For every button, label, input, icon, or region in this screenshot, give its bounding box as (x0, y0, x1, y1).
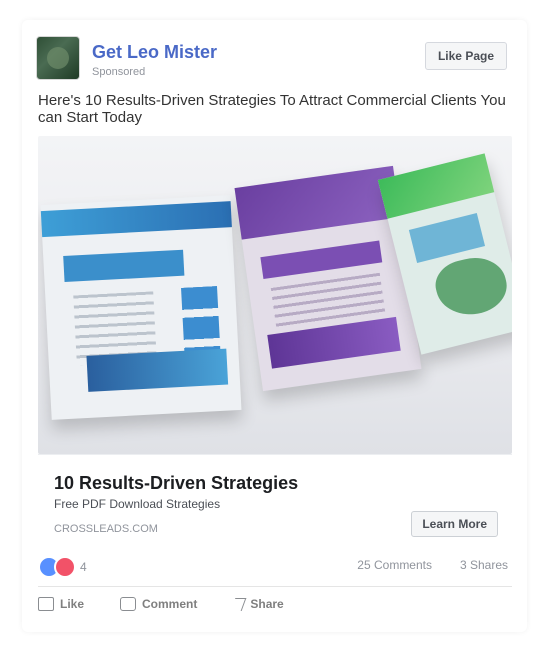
post-actions-bar: Like Comment Share (38, 586, 512, 621)
comment-label: Comment (142, 597, 198, 611)
like-button[interactable]: Like (38, 597, 84, 611)
comment-icon (120, 597, 137, 611)
reactions-count: 4 (80, 560, 87, 574)
thumbs-up-icon (38, 597, 54, 611)
sponsored-label: Sponsored (92, 66, 146, 78)
link-domain: CROSSLEADS.COM (54, 523, 158, 535)
learn-more-button[interactable]: Learn More (411, 511, 498, 537)
love-reaction-icon (54, 556, 76, 578)
share-label: Share (250, 597, 284, 611)
like-label: Like (60, 597, 85, 611)
post-header: Get Leo Mister Sponsored Like Page (36, 36, 513, 84)
reactions-summary[interactable]: 4 (38, 556, 87, 578)
comments-count-link[interactable]: 25 Comments (357, 558, 432, 572)
brochure-blue (40, 195, 242, 420)
link-title[interactable]: 10 Results-Driven Strategies (54, 473, 298, 494)
sponsored-post-card: Get Leo Mister Sponsored Like Page Here'… (22, 20, 527, 632)
post-body-text: Here's 10 Results-Driven Strategies To A… (38, 92, 506, 126)
engagement-stats: 4 25 Comments 3 Shares (38, 554, 512, 578)
link-description: Free PDF Download Strategies (54, 497, 221, 511)
like-page-button[interactable]: Like Page (424, 42, 507, 70)
ad-creative-image[interactable] (38, 136, 512, 454)
share-button[interactable]: Share (230, 597, 284, 611)
page-name-link[interactable]: Get Leo Mister (92, 42, 217, 63)
link-preview[interactable]: 10 Results-Driven Strategies Free PDF Do… (38, 454, 512, 547)
comment-button[interactable]: Comment (120, 597, 197, 611)
shares-count-link[interactable]: 3 Shares (460, 558, 508, 572)
share-icon (230, 597, 247, 611)
page-avatar[interactable] (36, 36, 80, 80)
